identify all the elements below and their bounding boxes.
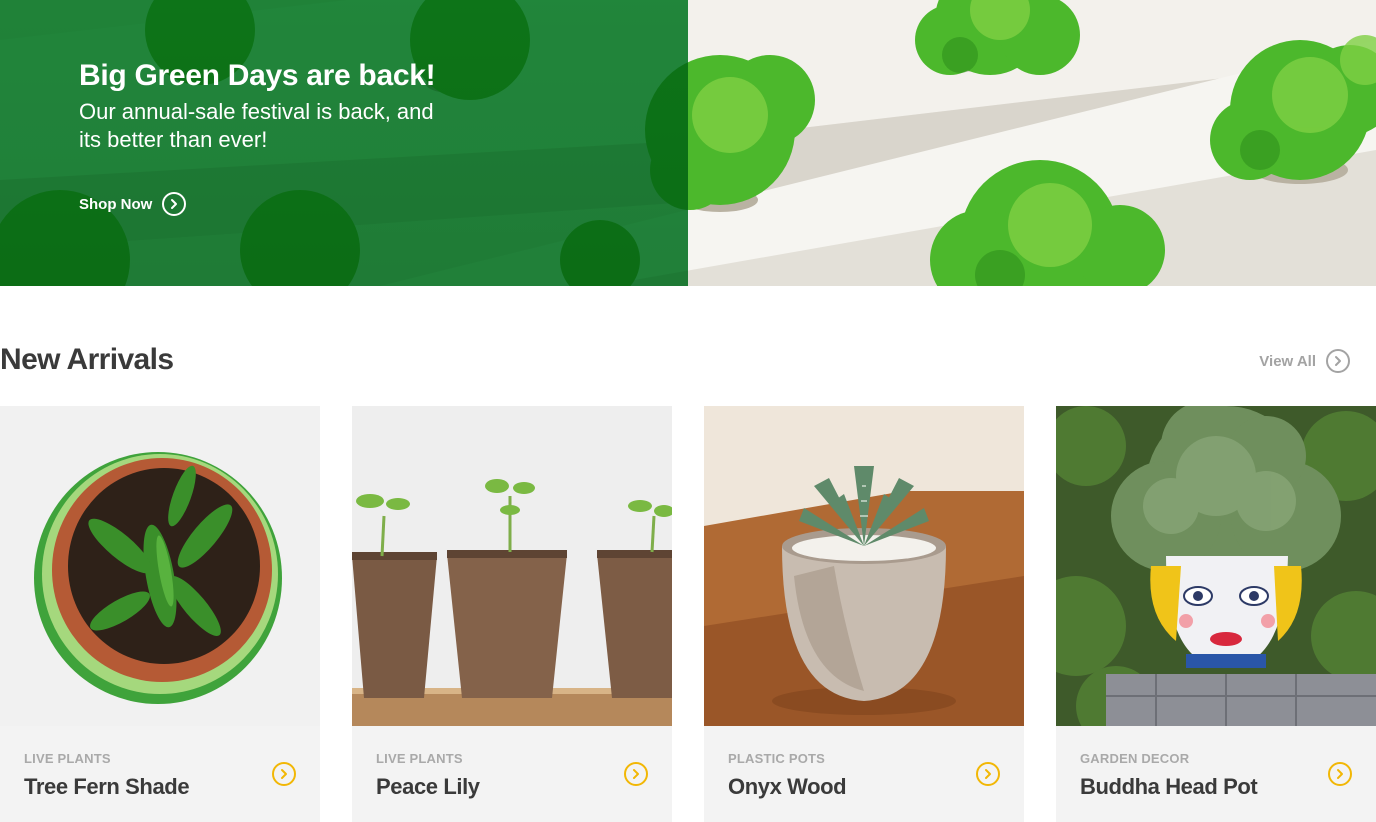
view-all-label: View All — [1259, 352, 1316, 370]
product-name[interactable]: Buddha Head Pot — [1080, 774, 1258, 800]
product-image-potted-plant[interactable] — [0, 406, 320, 726]
shop-now-label: Shop Now — [79, 195, 153, 213]
product-card[interactable]: LIVE PLANTS Tree Fern Shade — [0, 406, 320, 822]
shop-now-button[interactable]: Shop Now — [79, 192, 459, 216]
product-category: GARDEN DECOR — [1080, 751, 1190, 766]
product-image-succulent[interactable] — [704, 406, 1024, 726]
product-category: LIVE PLANTS — [376, 751, 463, 766]
hero-subtitle: Our annual-sale festival is back, and it… — [79, 99, 434, 152]
section-title: New Arrivals — [0, 343, 174, 376]
chevron-right-icon[interactable] — [624, 762, 648, 786]
product-info: LIVE PLANTS Peace Lily — [376, 751, 480, 800]
product-image-seedlings[interactable] — [352, 406, 672, 726]
product-category: PLASTIC POTS — [728, 751, 826, 766]
product-card[interactable]: LIVE PLANTS Peace Lily — [352, 406, 672, 822]
product-grid: LIVE PLANTS Tree Fern Shade LIVE PLANTS … — [0, 406, 1376, 822]
product-name[interactable]: Onyx Wood — [728, 774, 847, 800]
view-all-link[interactable]: View All — [1259, 349, 1350, 373]
chevron-right-icon[interactable] — [272, 762, 296, 786]
product-name[interactable]: Peace Lily — [376, 774, 480, 800]
product-info: GARDEN DECOR Buddha Head Pot — [1080, 751, 1258, 800]
product-info: PLASTIC POTS Onyx Wood — [728, 751, 847, 800]
product-card[interactable]: GARDEN DECOR Buddha Head Pot — [1056, 406, 1376, 822]
hero-title: Big Green Days are back! — [79, 59, 436, 92]
hero-banner: Big Green Days are back! Our annual-sale… — [0, 0, 1376, 286]
product-image-head-planter[interactable] — [1056, 406, 1376, 726]
product-info: LIVE PLANTS Tree Fern Shade — [24, 751, 190, 800]
product-category: LIVE PLANTS — [24, 751, 111, 766]
chevron-right-icon[interactable] — [976, 762, 1000, 786]
product-card[interactable]: PLASTIC POTS Onyx Wood — [704, 406, 1024, 822]
hero-content: Big Green Days are back! Our annual-sale… — [79, 58, 459, 216]
chevron-right-icon[interactable] — [1328, 762, 1352, 786]
product-name[interactable]: Tree Fern Shade — [24, 774, 190, 800]
chevron-right-icon — [1326, 349, 1350, 373]
chevron-right-icon — [162, 192, 187, 216]
